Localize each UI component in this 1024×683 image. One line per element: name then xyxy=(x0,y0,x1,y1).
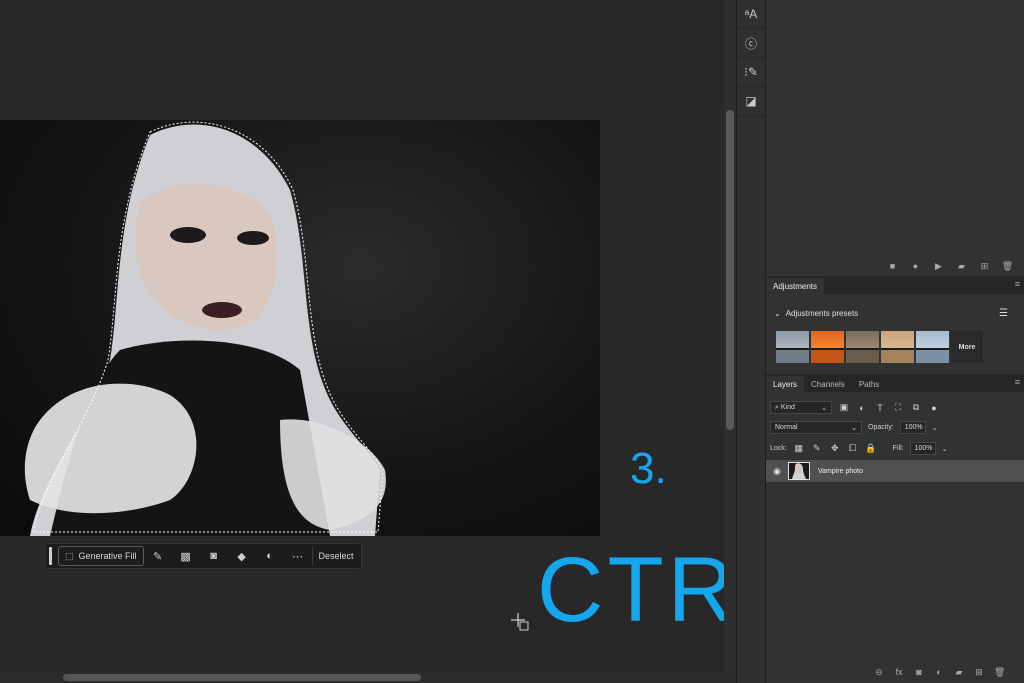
panel-menu-icon[interactable]: ≡ xyxy=(1015,279,1020,289)
layer-row[interactable]: ◉ Vampire photo xyxy=(766,460,1024,482)
right-panels: ■ ● ▶ ▰ ⊞ 🗑 Adjustments ≡ ⌄ Adjustments … xyxy=(766,0,1024,683)
type-filter-icon[interactable]: T xyxy=(874,403,886,413)
tab-channels[interactable]: Channels xyxy=(804,376,852,392)
preset-thumbnail[interactable] xyxy=(846,331,879,363)
properties-icon[interactable]: ◪ xyxy=(737,87,765,116)
preset-thumbnail[interactable] xyxy=(881,331,914,363)
link-icon[interactable]: ⊖ xyxy=(874,667,884,678)
move-cursor-icon xyxy=(511,613,529,631)
new-layer-icon[interactable]: ⊞ xyxy=(974,667,984,678)
drag-handle[interactable] xyxy=(49,547,52,565)
adjustments-tabbar: Adjustments ≡ xyxy=(766,276,1024,294)
contextual-task-bar: ⬚ Generative Fill ✎ ▩ ◙ ◆ ◐ ⋯ Deselect xyxy=(45,543,362,569)
trash-icon[interactable]: 🗑 xyxy=(994,667,1005,678)
folder-icon[interactable]: ▰ xyxy=(955,261,968,272)
mask-icon[interactable]: ◙ xyxy=(200,546,228,566)
upper-panel xyxy=(766,0,1024,258)
glyph-a-icon[interactable]: ᵃA xyxy=(737,0,765,29)
actions-footer: ■ ● ▶ ▰ ⊞ 🗑 xyxy=(886,261,1014,272)
blend-mode-select[interactable]: Normal ⌄ xyxy=(770,421,862,434)
selection-icon[interactable]: ▩ xyxy=(172,546,200,566)
vampire-photo-image xyxy=(0,120,600,536)
eye-icon[interactable]: ◉ xyxy=(766,466,788,477)
document-canvas[interactable]: ⬚ Generative Fill ✎ ▩ ◙ ◆ ◐ ⋯ Deselect 3… xyxy=(0,0,953,672)
preset-thumbnail[interactable] xyxy=(916,331,949,363)
generative-fill-icon: ⬚ xyxy=(65,550,74,561)
lock-label: Lock: xyxy=(770,445,787,452)
tab-paths[interactable]: Paths xyxy=(852,376,886,392)
layers-footer: ⊖ fx ◙ ◐ ▰ ⊞ 🗑 xyxy=(874,667,1005,678)
lock-artboard-icon[interactable]: ⧠ xyxy=(847,443,859,454)
adjustment-filter-icon[interactable]: ◐ xyxy=(856,403,868,413)
lock-position-icon[interactable]: ✥ xyxy=(829,443,841,454)
panel-toolstrip: ᵃA ⓒ ⁝✎ ◪ xyxy=(736,0,766,683)
chevron-down-icon: ⌄ xyxy=(774,309,781,318)
layer-filter-row: ⌕ Kind ⌄ ▣ ◐ T ⛶ ⧉ ● xyxy=(770,401,940,414)
chevron-down-icon: ⌄ xyxy=(851,424,857,432)
brush-icon[interactable]: ✎ xyxy=(144,546,172,566)
preset-thumbnail[interactable] xyxy=(811,331,844,363)
brush-list-icon[interactable]: ⁝✎ xyxy=(737,58,765,87)
tab-adjustments[interactable]: Adjustments xyxy=(766,278,825,294)
preset-thumbnail[interactable] xyxy=(776,331,809,363)
horizontal-scrollbar[interactable] xyxy=(0,672,736,683)
fill-bucket-icon[interactable]: ◆ xyxy=(228,546,256,566)
adjustment-layer-icon[interactable]: ◐ xyxy=(934,667,944,678)
layer-name: Vampire photo xyxy=(818,467,864,475)
blend-row: Normal ⌄ Opacity: 100% ⌄ xyxy=(770,421,938,434)
cr-icon[interactable]: ⓒ xyxy=(737,29,765,58)
play-icon[interactable]: ▶ xyxy=(932,261,945,272)
more-icon[interactable]: ⋯ xyxy=(284,546,312,566)
adjustments-presets-header[interactable]: ⌄ Adjustments presets xyxy=(774,309,858,318)
smart-object-filter-icon[interactable]: ⧉ xyxy=(910,402,922,413)
more-presets-button[interactable]: More xyxy=(951,331,983,363)
mask-icon[interactable]: ◙ xyxy=(914,667,924,678)
opacity-field[interactable]: 100% xyxy=(899,421,926,434)
fill-label: Fill: xyxy=(892,445,904,452)
image-filter-icon[interactable]: ▣ xyxy=(838,402,850,413)
panel-menu-icon[interactable]: ≡ xyxy=(1015,377,1020,387)
generative-fill-button[interactable]: ⬚ Generative Fill xyxy=(58,546,144,566)
fx-icon[interactable]: fx xyxy=(894,667,904,678)
chevron-down-icon[interactable]: ⌄ xyxy=(932,424,938,432)
folder-icon[interactable]: ▰ xyxy=(954,667,964,678)
filter-toggle-icon[interactable]: ● xyxy=(928,403,940,413)
trash-icon[interactable]: 🗑 xyxy=(1001,261,1014,272)
list-view-icon[interactable]: ☰ xyxy=(999,308,1008,319)
tab-layers[interactable]: Layers xyxy=(766,376,805,392)
chevron-down-icon[interactable]: ⌄ xyxy=(942,445,948,453)
preset-thumbnails: More xyxy=(776,331,983,363)
stop-icon[interactable]: ■ xyxy=(886,261,899,272)
lock-image-icon[interactable]: ✎ xyxy=(811,443,823,454)
lock-row: Lock: ▦ ✎ ✥ ⧠ 🔒 Fill: 100% ⌄ xyxy=(770,442,948,455)
layers-tabbar: Layers Channels Paths ≡ xyxy=(766,374,1024,392)
new-icon[interactable]: ⊞ xyxy=(978,261,991,272)
step-number: 3. xyxy=(630,444,667,493)
record-icon[interactable]: ● xyxy=(909,261,922,272)
lock-all-icon[interactable]: 🔒 xyxy=(865,443,877,454)
vertical-scrollbar[interactable] xyxy=(724,0,736,672)
layer-thumbnail xyxy=(788,462,810,480)
scroll-thumb[interactable] xyxy=(726,110,734,430)
deselect-button[interactable]: Deselect xyxy=(311,546,360,566)
opacity-label: Opacity: xyxy=(868,424,894,431)
scroll-thumb[interactable] xyxy=(63,674,421,681)
lock-transparent-icon[interactable]: ▦ xyxy=(793,443,805,454)
fill-field[interactable]: 100% xyxy=(909,442,936,455)
shape-filter-icon[interactable]: ⛶ xyxy=(892,402,904,413)
adjust-icon[interactable]: ◐ xyxy=(256,546,284,566)
chevron-down-icon: ⌄ xyxy=(821,404,827,412)
filter-kind-select[interactable]: ⌕ Kind ⌄ xyxy=(770,401,832,414)
